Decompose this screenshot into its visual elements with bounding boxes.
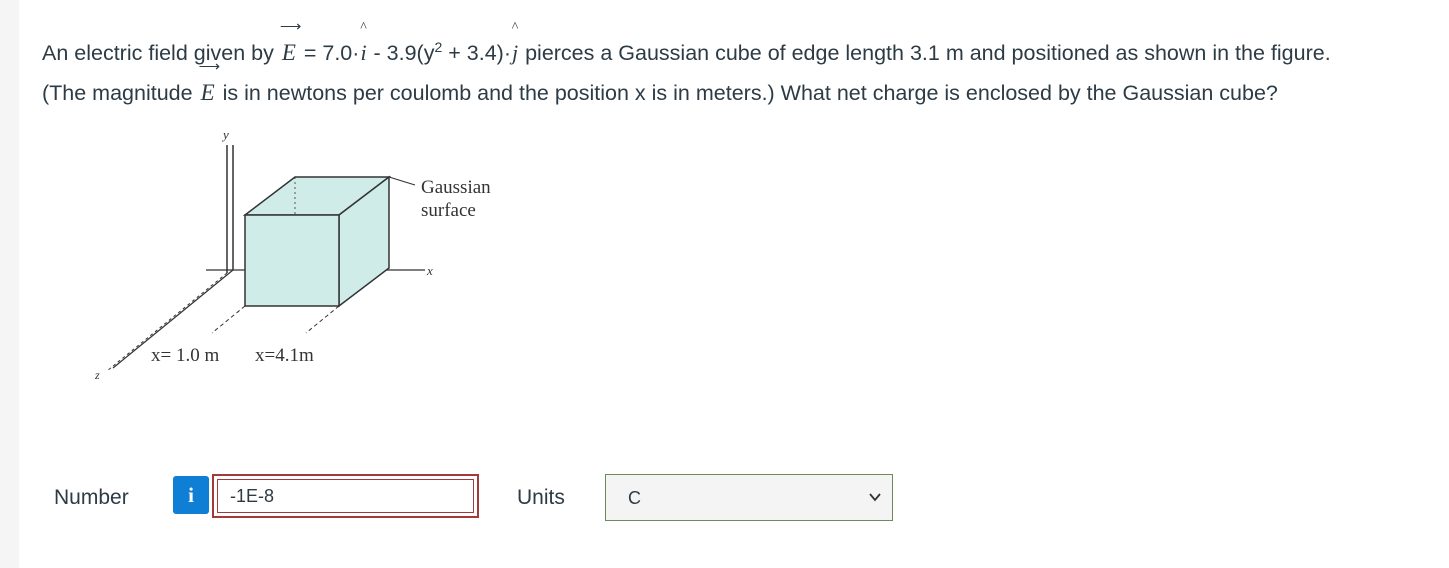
units-selected-value: C: [628, 488, 641, 508]
z-axis-label: z: [94, 368, 100, 382]
question-text-part: + 3.4)·: [442, 41, 511, 66]
question-text-part: = 7.0·: [297, 41, 360, 66]
gaussian-surface-label-1: Gaussian: [421, 177, 491, 198]
i-hat-symbol: ^ i: [360, 20, 367, 66]
x1-marker-line: [211, 305, 246, 334]
gaussian-surface-label-2: surface: [421, 200, 476, 221]
info-icon[interactable]: i: [173, 476, 209, 514]
question-text: An electric field given by ⟶ E = 7.0· ^ i -…: [42, 19, 1437, 113]
e-vector-symbol: ⟶ E: [279, 19, 302, 66]
answer-row: Number i Units C: [0, 474, 1449, 522]
question-text-part: An electric field given by: [42, 41, 280, 66]
question-text-part: pierces a Gaussian cube of edge length 3…: [519, 41, 1331, 66]
number-input[interactable]: [212, 474, 479, 518]
e-vector-symbol: ⟶ E: [198, 59, 221, 106]
question-text-part: (The magnitude: [42, 81, 199, 106]
j-hat-symbol: ^ j: [511, 20, 519, 66]
x2-marker-line: [305, 305, 340, 334]
y-axis-label: y: [221, 127, 229, 142]
figure-svg: y x z x= 1.0 m x=4.1m Gaussian surface: [94, 127, 491, 382]
question-text-part: - 3.9(y: [367, 41, 435, 66]
chevron-down-icon: [869, 493, 881, 502]
gaussian-cube-figure: y x z x= 1.0 m x=4.1m Gaussian surface: [85, 125, 525, 400]
x2-position-label: x=4.1m: [255, 345, 314, 366]
x1-position-label: x= 1.0 m: [151, 345, 219, 366]
cube-front-face: [244, 214, 340, 307]
x-axis-label: x: [426, 263, 433, 278]
units-label: Units: [517, 486, 565, 509]
number-label: Number: [54, 486, 129, 509]
question-text-part: is in newtons per coulomb and the positi…: [216, 81, 1278, 106]
surface-pointer-line: [388, 176, 416, 186]
units-select[interactable]: C: [605, 474, 893, 521]
